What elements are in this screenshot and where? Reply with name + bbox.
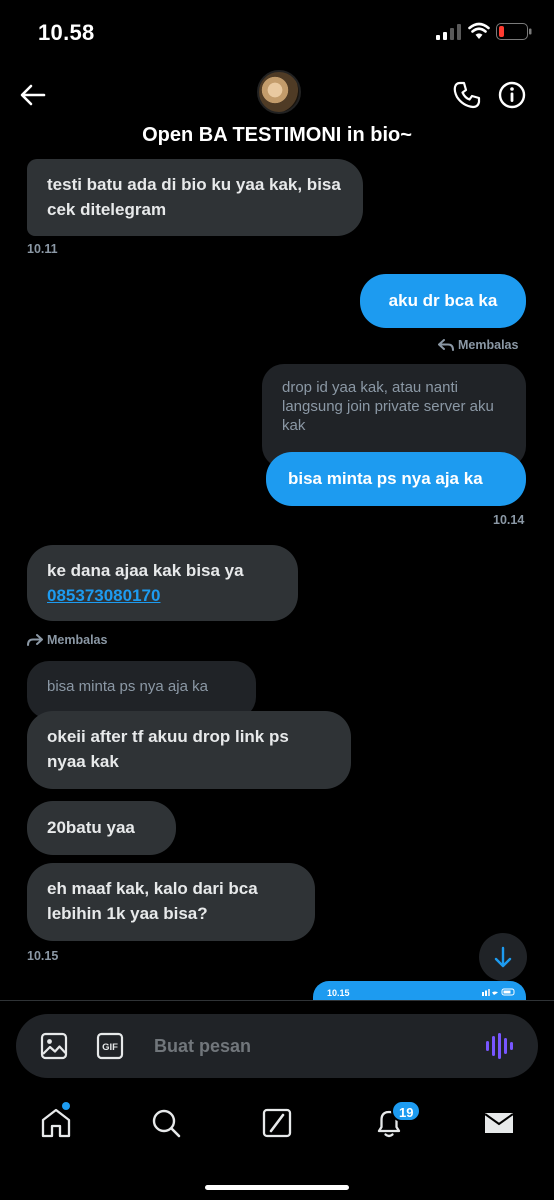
voice-message-icon[interactable] (485, 1033, 513, 1059)
conversation-header: Open BA TESTIMONI in bio~ (0, 62, 554, 162)
message-timestamp: 10.14 (493, 513, 525, 527)
grok-icon[interactable] (260, 1106, 294, 1140)
wifi-icon (468, 22, 490, 39)
message-timestamp: 10.15 (27, 949, 59, 963)
avatar[interactable] (257, 70, 301, 114)
reply-label: Membalas (47, 633, 108, 647)
message-composer: GIF (16, 1014, 538, 1078)
notification-count-badge: 19 (391, 1100, 422, 1122)
signal-icon (436, 24, 461, 40)
phone-number-link[interactable]: 085373080170 (47, 586, 160, 605)
home-indicator (205, 1185, 349, 1190)
home-icon[interactable] (39, 1106, 73, 1140)
message-bubble-incoming[interactable]: okeii after tf akuu drop link ps nyaa ka… (27, 711, 351, 789)
search-icon[interactable] (149, 1106, 183, 1140)
conversation-title[interactable]: Open BA TESTIMONI in bio~ (0, 124, 554, 147)
message-bubble-incoming[interactable]: 20batu yaa (27, 801, 176, 855)
status-bar: 10.58 (0, 0, 554, 62)
back-arrow-icon[interactable] (18, 80, 48, 110)
info-icon[interactable] (497, 80, 527, 110)
message-bubble-outgoing[interactable]: aku dr bca ka (360, 274, 526, 328)
preview-status-icons (482, 988, 515, 996)
status-time: 10.58 (38, 20, 95, 45)
reply-indicator: Membalas (27, 633, 107, 647)
message-bubble-incoming[interactable]: testi batu ada di bio ku yaa kak, bisa c… (27, 159, 363, 236)
battery-icon (496, 23, 532, 40)
svg-text:GIF: GIF (102, 1042, 118, 1053)
message-bubble-outgoing[interactable]: bisa minta ps nya aja ka (266, 452, 526, 506)
message-timestamp: 10.11 (27, 242, 58, 256)
bottom-navigation: 19 (0, 1092, 554, 1200)
messages-envelope-icon[interactable] (482, 1106, 516, 1140)
scroll-to-bottom-button[interactable] (479, 933, 527, 981)
preview-time: 10.15 (327, 988, 350, 998)
reply-arrow-icon (438, 339, 454, 351)
message-text: ke dana ajaa kak bisa ya (47, 561, 244, 580)
image-icon[interactable] (40, 1032, 68, 1060)
reply-label: Membalas (458, 338, 519, 352)
reply-indicator: Membalas (438, 338, 518, 352)
message-input[interactable] (154, 1030, 454, 1062)
gif-icon[interactable]: GIF (96, 1032, 124, 1060)
arrow-down-icon (494, 946, 512, 968)
message-bubble-incoming[interactable]: eh maaf kak, kalo dari bca lebihin 1k ya… (27, 863, 315, 941)
reply-arrow-icon (27, 634, 43, 646)
phone-icon[interactable] (452, 80, 482, 110)
home-unread-dot (62, 1102, 70, 1110)
message-bubble-incoming[interactable]: ke dana ajaa kak bisa ya 085373080170 (27, 545, 298, 621)
